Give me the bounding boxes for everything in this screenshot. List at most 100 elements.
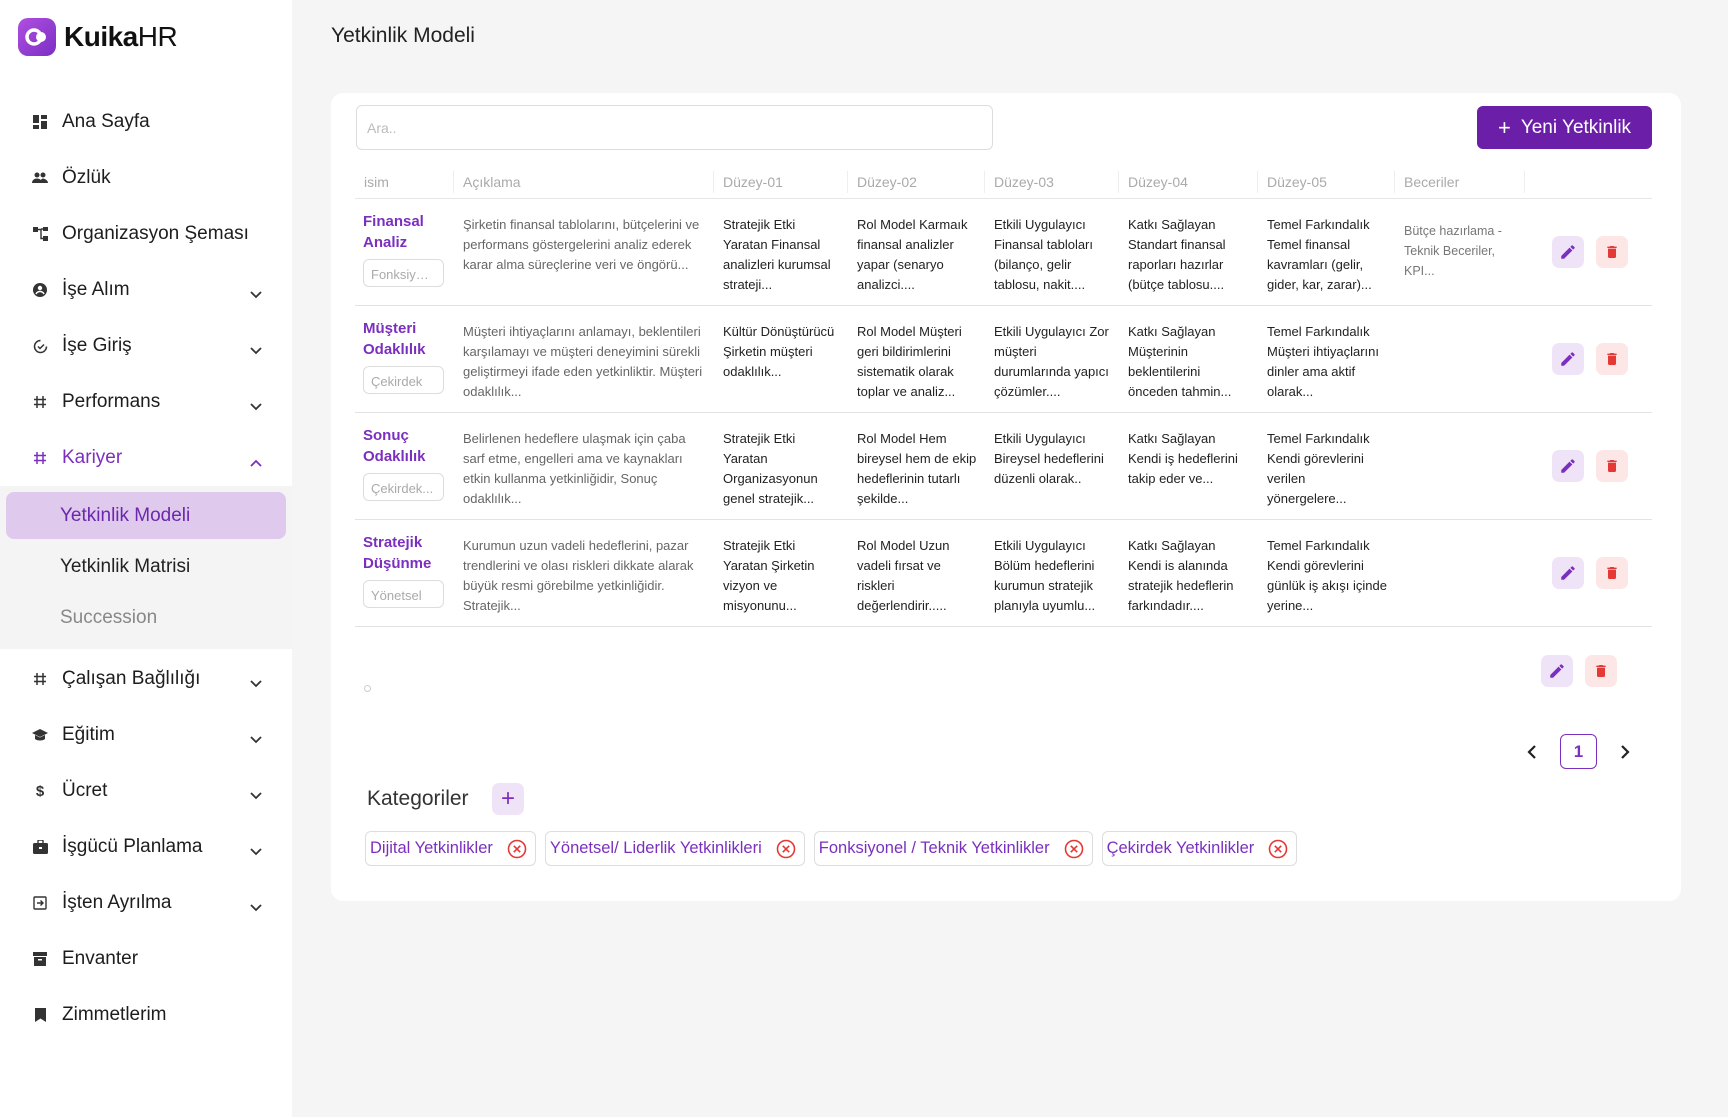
category-chip-label: Çekirdek Yetkinlikler	[1106, 839, 1255, 857]
delete-button[interactable]	[1596, 236, 1628, 268]
header-description[interactable]: Açıklama	[454, 170, 714, 193]
competency-name[interactable]: Stratejik Düşünme	[363, 532, 454, 574]
delete-button[interactable]	[1596, 450, 1628, 482]
sidebar-item-label: Envanter	[62, 948, 139, 969]
sidebar-item-zimmetlerim[interactable]: Zimmetlerim	[0, 987, 292, 1043]
sidebar-item-envanter[interactable]: Envanter	[0, 931, 292, 987]
sidebar-item-egitim[interactable]: Eğitim	[0, 707, 292, 763]
remove-circle-icon[interactable]	[1268, 839, 1288, 859]
page-number-current[interactable]: 1	[1560, 734, 1597, 769]
sidebar-item-isten-ayrilma[interactable]: İşten Ayrılma	[0, 875, 292, 931]
logo[interactable]: KuikaHR	[18, 18, 178, 56]
logo-text: KuikaHR	[64, 21, 178, 52]
sidebar-item-organizasyon-semasi[interactable]: Organizasyon Şeması	[0, 206, 292, 262]
competency-name[interactable]: Sonuç Odaklılık	[363, 425, 454, 467]
cell-level-2: Rol Model Hem bireysel hem de ekip hedef…	[857, 431, 977, 506]
category-chip[interactable]: Dijital Yetkinlikler	[365, 831, 536, 866]
competency-name[interactable]: Finansal Analiz	[363, 211, 454, 253]
header-name[interactable]: isim	[355, 170, 454, 193]
edit-button[interactable]	[1552, 557, 1584, 589]
sidebar: KuikaHR Ana Sayfa Özlük Organizasyon Şemas…	[0, 0, 292, 1117]
delete-button[interactable]	[1596, 557, 1628, 589]
sidebar-subitem-yetkinlik-modeli[interactable]: Yetkinlik Modeli	[6, 492, 286, 539]
sidebar-item-label: Çalışan Bağlılığı	[62, 668, 201, 689]
new-competency-label: Yeni Yetkinlik	[1520, 116, 1632, 138]
search-input[interactable]	[356, 105, 993, 150]
category-chip-label: Dijital Yetkinlikler	[370, 839, 493, 857]
sidebar-item-kariyer[interactable]: Kariyer	[0, 430, 292, 486]
header-actions	[1525, 171, 1652, 193]
table-header: isim Açıklama Düzey-01 Düzey-02 Düzey-03…	[355, 165, 1652, 199]
delete-button[interactable]	[1585, 655, 1617, 687]
header-level-3[interactable]: Düzey-03	[985, 170, 1119, 193]
sidebar-item-label: Kariyer	[62, 447, 123, 468]
header-level-1[interactable]: Düzey-01	[714, 170, 848, 193]
cell-level-4: Katkı Sağlayan Müşterinin beklentilerini…	[1128, 324, 1232, 399]
sidebar-item-label: Eğitim	[62, 724, 115, 745]
briefcase-icon	[32, 839, 48, 855]
pencil-icon	[1561, 566, 1575, 580]
sidebar-item-calisan-bagliligi[interactable]: Çalışan Bağlılığı	[0, 651, 292, 707]
competency-table: isim Açıklama Düzey-01 Düzey-02 Düzey-03…	[355, 165, 1652, 627]
sidebar-item-ucret[interactable]: $ Ücret	[0, 763, 292, 819]
chevron-down-icon	[250, 283, 264, 299]
row-actions	[1525, 413, 1652, 519]
table-row[interactable]: Sonuç Odaklılık Çekirdek... Belirlenen hed…	[355, 413, 1652, 520]
category-tag: Çekirdek	[363, 366, 444, 394]
table-row[interactable]: Stratejik Düşünme Yönetsel Kurumun uzun va…	[355, 520, 1652, 627]
sidebar-item-ozluk[interactable]: Özlük	[0, 150, 292, 206]
chevron-down-icon	[250, 395, 264, 411]
empty-row-indicator	[364, 685, 371, 692]
trash-icon	[1607, 567, 1617, 579]
category-chip[interactable]: Fonksiyonel / Teknik Yetkinlikler	[813, 831, 1093, 866]
edit-button[interactable]	[1552, 236, 1584, 268]
trash-icon	[1607, 353, 1617, 365]
edit-button[interactable]	[1541, 655, 1573, 687]
chevron-down-icon	[250, 672, 264, 688]
sidebar-subitem-succession[interactable]: Succession	[6, 594, 286, 641]
pencil-icon	[1550, 664, 1564, 678]
remove-circle-icon[interactable]	[507, 839, 527, 859]
header-level-4[interactable]: Düzey-04	[1119, 170, 1258, 193]
sidebar-item-performans[interactable]: Performans	[0, 374, 292, 430]
cell-skills	[1395, 413, 1525, 503]
kariyer-submenu: Yetkinlik Modeli Yetkinlik Matrisi Success…	[0, 486, 292, 649]
competency-name[interactable]: Müşteri Odaklılık	[363, 318, 454, 360]
cell-description: Belirlenen hedeflere ulaşmak için çaba s…	[463, 431, 686, 506]
remove-circle-icon[interactable]	[776, 839, 796, 859]
category-chip[interactable]: Çekirdek Yetkinlikler	[1101, 831, 1298, 866]
category-chip-label: Yönetsel/ Liderlik Yetkinlikleri	[549, 839, 762, 857]
remove-circle-icon[interactable]	[1064, 839, 1084, 859]
next-page-button[interactable]	[1613, 740, 1637, 764]
people-icon	[32, 170, 48, 186]
sidebar-item-label: Ücret	[62, 780, 108, 801]
header-skills[interactable]: Beceriler	[1395, 170, 1525, 193]
new-competency-button[interactable]: + Yeni Yetkinlik	[1477, 106, 1652, 149]
row-actions	[1525, 306, 1652, 412]
sidebar-item-isgucu-planlama[interactable]: İşgücü Planlama	[0, 819, 292, 875]
cell-level-1: Stratejik Etki Yaratan Finansal analizle…	[723, 217, 831, 292]
main-nav: Ana Sayfa Özlük Organizasyon Şeması İşe Alı…	[0, 94, 292, 1043]
cell-level-2: Rol Model Karmaık finansal analizler yap…	[857, 217, 968, 292]
delete-button[interactable]	[1596, 343, 1628, 375]
cell-level-3: Etkili Uygulayıcı Zor müşteri durumların…	[994, 324, 1109, 399]
sidebar-item-ise-alim[interactable]: İşe Alım	[0, 262, 292, 318]
pencil-icon	[1561, 352, 1575, 366]
sidebar-item-ise-giris[interactable]: İşe Giriş	[0, 318, 292, 374]
header-level-5[interactable]: Düzey-05	[1258, 170, 1395, 193]
edit-button[interactable]	[1552, 450, 1584, 482]
edit-button[interactable]	[1552, 343, 1584, 375]
cell-level-1: Kültür Dönüştürücü Şirketin müşteri odak…	[723, 324, 835, 379]
sidebar-item-ana-sayfa[interactable]: Ana Sayfa	[0, 94, 292, 150]
table-row[interactable]: Finansal Analiz Fonksiyon... Şirketin fina…	[355, 199, 1652, 306]
table-row[interactable]: Müşteri Odaklılık Çekirdek Müşteri ihtiyaç…	[355, 306, 1652, 413]
hash-icon	[32, 450, 48, 466]
pencil-icon	[1561, 245, 1575, 259]
add-category-button[interactable]: +	[492, 783, 524, 815]
category-chip[interactable]: Yönetsel/ Liderlik Yetkinlikleri	[544, 831, 805, 866]
row-actions	[1525, 520, 1652, 626]
header-level-2[interactable]: Düzey-02	[848, 170, 985, 193]
exit-icon	[32, 895, 48, 911]
prev-page-button[interactable]	[1520, 740, 1544, 764]
sidebar-subitem-yetkinlik-matrisi[interactable]: Yetkinlik Matrisi	[6, 543, 286, 590]
